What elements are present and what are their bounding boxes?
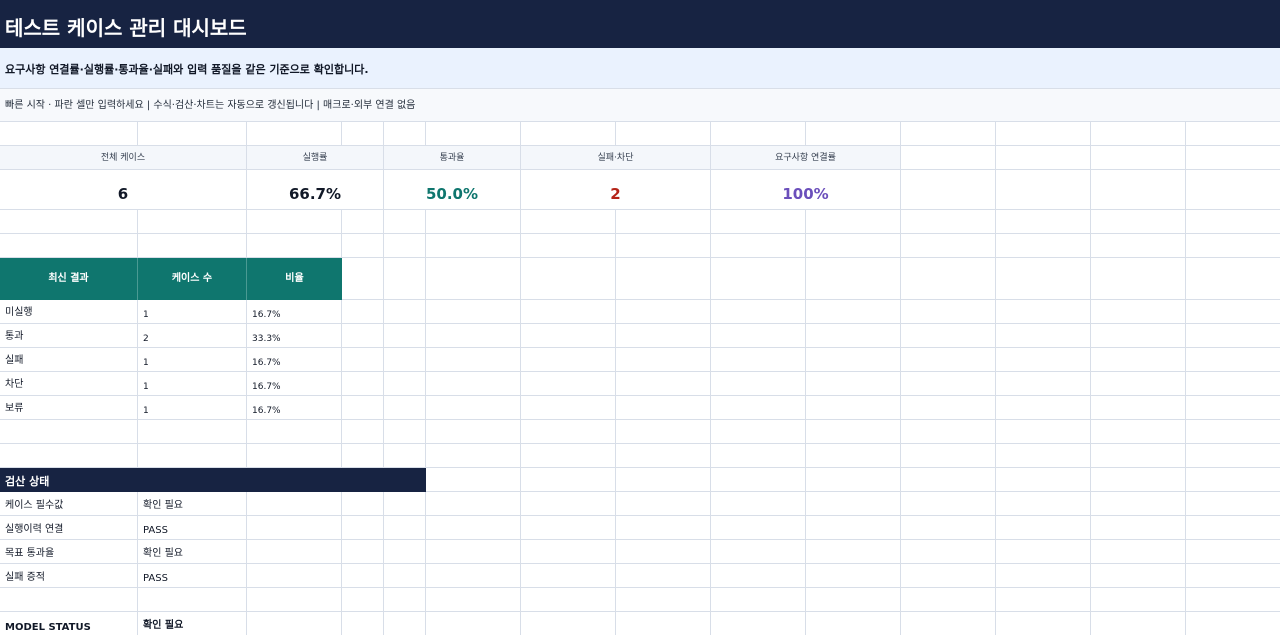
- table-row-count[interactable]: 1: [138, 396, 246, 420]
- table-row-result[interactable]: 미실행: [0, 300, 137, 324]
- check-label[interactable]: 실패 증적: [0, 564, 137, 588]
- page-title: 테스트 케이스 관리 대시보드: [0, 0, 1280, 48]
- table-row-ratio[interactable]: 16.7%: [247, 372, 341, 396]
- kpi-label-total: 전체 케이스: [0, 146, 247, 170]
- kpi-value-req-link: 100%: [711, 170, 901, 210]
- kpi-value-fail-block: 2: [521, 170, 711, 210]
- table-row-result[interactable]: 보류: [0, 396, 137, 420]
- table-row-result[interactable]: 차단: [0, 372, 137, 396]
- check-status[interactable]: PASS: [138, 516, 246, 540]
- help-text: 빠른 시작 · 파란 셀만 입력하세요 | 수식·검산·차트는 자동으로 갱신됩…: [0, 89, 1280, 122]
- page-subtitle: 요구사항 연결률·실행률·통과율·실패와 입력 품질을 같은 기준으로 확인합니…: [0, 48, 1280, 89]
- table-row-count[interactable]: 1: [138, 348, 246, 372]
- check-label[interactable]: 케이스 필수값: [0, 492, 137, 516]
- model-status-value[interactable]: 확인 필요: [138, 612, 246, 635]
- table-header-ratio: 비율: [247, 258, 342, 300]
- table-row-result[interactable]: 통과: [0, 324, 137, 348]
- kpi-label-pass-rate: 통과율: [384, 146, 521, 170]
- table-row-ratio[interactable]: 16.7%: [247, 300, 341, 324]
- table-row-ratio[interactable]: 16.7%: [247, 348, 341, 372]
- kpi-label-fail-block: 실패·차단: [521, 146, 711, 170]
- kpi-value-exec-rate: 66.7%: [247, 170, 384, 210]
- table-row-count[interactable]: 1: [138, 300, 246, 324]
- check-status[interactable]: 확인 필요: [138, 492, 246, 516]
- table-row-count[interactable]: 1: [138, 372, 246, 396]
- model-status-label: MODEL STATUS: [5, 622, 91, 633]
- kpi-label-exec-rate: 실행률: [247, 146, 384, 170]
- checks-section-title: 검산 상태: [0, 468, 426, 492]
- kpi-value-total: 6: [0, 170, 247, 210]
- table-header-result: 최신 결과: [0, 258, 138, 300]
- table-row-count[interactable]: 2: [138, 324, 246, 348]
- check-status[interactable]: 확인 필요: [138, 540, 246, 564]
- spreadsheet-grid[interactable]: 전체 케이스 실행률 통과율 실패·차단 요구사항 연결률 6 66.7% 50…: [0, 122, 1280, 635]
- table-row-ratio[interactable]: 33.3%: [247, 324, 341, 348]
- table-header-count: 케이스 수: [138, 258, 247, 300]
- check-label[interactable]: 실행이력 연결: [0, 516, 137, 540]
- check-label[interactable]: 목표 통과율: [0, 540, 137, 564]
- table-row-result[interactable]: 실패: [0, 348, 137, 372]
- table-row-ratio[interactable]: 16.7%: [247, 396, 341, 420]
- kpi-label-req-link: 요구사항 연결률: [711, 146, 901, 170]
- kpi-value-pass-rate: 50.0%: [384, 170, 521, 210]
- check-status[interactable]: PASS: [138, 564, 246, 588]
